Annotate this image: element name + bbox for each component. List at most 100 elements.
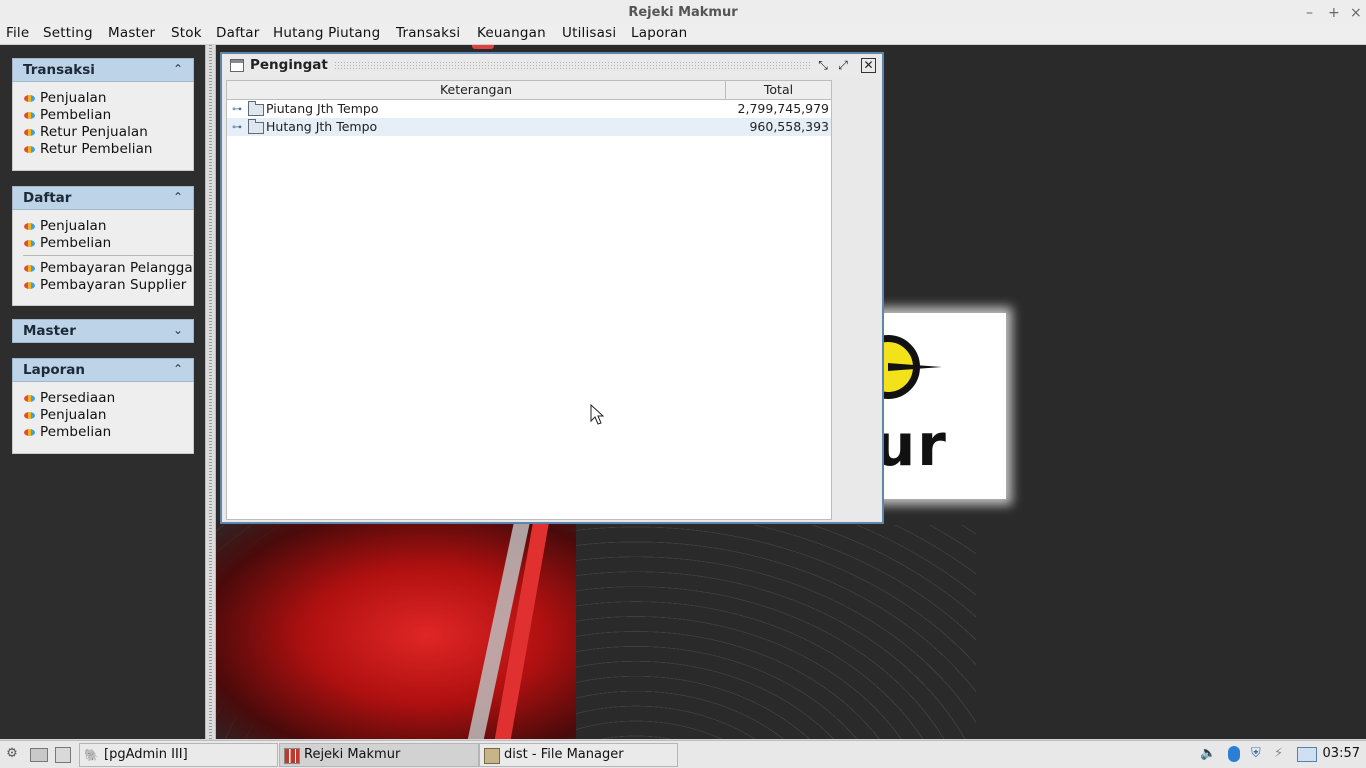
table-header: Keterangan Total	[227, 81, 831, 100]
link-retur-penjualan[interactable]: Retur Penjualan	[23, 124, 193, 141]
pengingat-window: Pengingat ⤡ ⤢ ✕ Keterangan Total ⊶ Piuta…	[220, 52, 884, 524]
table-row[interactable]: ⊶ Piutang Jth Tempo 2,799,745,979	[227, 100, 831, 118]
taskgroup-body: Penjualan Pembelian Retur Penjualan Retu…	[12, 82, 194, 171]
taskgroup-master: Master ⌄	[12, 319, 194, 343]
taskgroup-title: Master	[23, 323, 76, 339]
maximize-icon[interactable]: ⤢	[836, 58, 850, 72]
decoration	[472, 45, 494, 49]
taskgroup-header[interactable]: Master ⌄	[12, 319, 194, 343]
close-icon[interactable]: ✕	[861, 58, 876, 73]
bullet-icon	[24, 112, 35, 119]
taskgroup-body: Penjualan Pembelian Pembayaran Pelanggan…	[12, 210, 194, 306]
settings-gear-icon[interactable]: ⚙	[5, 747, 19, 761]
folder-icon	[484, 748, 500, 764]
taskgroup-header[interactable]: Laporan ⌃	[12, 358, 194, 382]
titlebar-texture	[322, 61, 812, 71]
table-empty-area	[833, 80, 880, 520]
maximize-icon[interactable]: +	[1328, 0, 1340, 26]
logo-text: ur	[880, 411, 948, 479]
bluetooth-icon[interactable]	[1228, 746, 1240, 762]
taskgroup-title: Daftar	[23, 190, 72, 206]
bullet-icon	[24, 146, 35, 153]
menu-setting[interactable]: Setting	[43, 25, 93, 41]
link-pembelian[interactable]: Pembelian	[23, 107, 193, 124]
bullet-icon	[24, 95, 35, 102]
row-label: Hutang Jth Tempo	[266, 119, 378, 134]
bullet-icon	[24, 129, 35, 136]
window-titlebar: Rejeki Makmur – + ×	[0, 0, 1366, 24]
menu-daftar[interactable]: Daftar	[216, 25, 260, 41]
pengingat-titlebar[interactable]: Pengingat ⤡ ⤢ ✕	[222, 54, 882, 78]
menu-hutang-piutang[interactable]: Hutang Piutang	[273, 25, 380, 41]
bullet-icon	[24, 395, 35, 402]
terminal-icon[interactable]	[55, 747, 71, 763]
link-pembayaran-pelanggan[interactable]: Pembayaran Pelanggan	[23, 260, 193, 277]
row-total: 960,558,393	[749, 119, 829, 134]
network-icon[interactable]	[1297, 747, 1317, 762]
minimize-icon[interactable]: –	[1306, 0, 1313, 26]
window-icon	[230, 59, 244, 72]
menu-laporan[interactable]: Laporan	[631, 25, 687, 41]
reminder-table: Keterangan Total ⊶ Piutang Jth Tempo 2,7…	[226, 80, 832, 520]
pengingat-title: Pengingat	[250, 57, 334, 73]
link-laporan-pembelian[interactable]: Pembelian	[23, 424, 193, 441]
taskgroup-daftar: Daftar ⌃ Penjualan Pembelian Pembayaran …	[12, 186, 194, 306]
link-daftar-penjualan[interactable]: Penjualan	[23, 218, 193, 235]
company-logo: ur	[880, 313, 1006, 499]
row-total: 2,799,745,979	[737, 101, 829, 116]
collapse-icon[interactable]: ⌃	[173, 362, 183, 376]
menu-file[interactable]: File	[6, 25, 29, 41]
shield-icon[interactable]: ⛨	[1251, 747, 1261, 761]
task-file-manager[interactable]: dist - File Manager	[479, 743, 678, 767]
volume-icon[interactable]: 🔈	[1200, 747, 1216, 761]
menu-master[interactable]: Master	[108, 25, 155, 41]
separator	[23, 255, 193, 256]
menu-transaksi[interactable]: Transaksi	[396, 25, 460, 41]
bullet-icon	[24, 265, 35, 272]
row-label: Piutang Jth Tempo	[266, 101, 379, 116]
taskgroup-header[interactable]: Transaksi ⌃	[12, 58, 194, 82]
collapse-icon[interactable]: ⌃	[173, 190, 183, 204]
link-laporan-penjualan[interactable]: Penjualan	[23, 407, 193, 424]
menu-keuangan[interactable]: Keuangan	[477, 25, 546, 41]
iconify-icon[interactable]: ⤡	[816, 58, 830, 72]
collapse-icon[interactable]: ⌃	[173, 62, 183, 76]
taskgroup-transaksi: Transaksi ⌃ Penjualan Pembelian Retur Pe…	[12, 58, 194, 171]
split-pane-divider[interactable]	[205, 45, 216, 739]
task-pane: Transaksi ⌃ Penjualan Pembelian Retur Pe…	[0, 45, 205, 739]
column-total[interactable]: Total	[726, 81, 831, 99]
link-daftar-pembelian[interactable]: Pembelian	[23, 235, 193, 252]
task-label: [pgAdmin III]	[104, 747, 188, 762]
link-pembayaran-supplier[interactable]: Pembayaran Supplier	[23, 277, 193, 294]
clock[interactable]: 03:57	[1323, 746, 1360, 761]
bullet-icon	[24, 282, 35, 289]
menu-bar: File Setting Master Stok Daftar Hutang P…	[0, 24, 1366, 45]
taskgroup-laporan: Laporan ⌃ Persediaan Penjualan Pembelian	[12, 358, 194, 454]
expand-handle-icon[interactable]: ⊶	[232, 101, 242, 119]
bullet-icon	[24, 240, 35, 247]
task-label: dist - File Manager	[504, 747, 624, 762]
file-manager-icon[interactable]	[30, 748, 48, 762]
folder-icon	[248, 101, 264, 116]
expand-handle-icon[interactable]: ⊶	[232, 119, 242, 137]
menu-utilisasi[interactable]: Utilisasi	[562, 25, 616, 41]
link-penjualan[interactable]: Penjualan	[23, 90, 193, 107]
close-icon[interactable]: ×	[1350, 0, 1362, 26]
taskgroup-title: Laporan	[23, 362, 86, 378]
link-retur-pembelian[interactable]: Retur Pembelian	[23, 141, 193, 158]
elephant-icon: 🐘	[84, 748, 99, 762]
mouse-cursor-icon	[590, 404, 605, 425]
taskgroup-header[interactable]: Daftar ⌃	[12, 186, 194, 210]
expand-icon[interactable]: ⌄	[173, 323, 183, 337]
task-label: Rejeki Makmur	[304, 747, 401, 762]
taskgroup-body: Persediaan Penjualan Pembelian	[12, 382, 194, 454]
task-rejeki-makmur[interactable]: Rejeki Makmur	[279, 743, 479, 767]
table-row[interactable]: ⊶ Hutang Jth Tempo 960,558,393	[227, 118, 831, 136]
bullet-icon	[24, 223, 35, 230]
menu-stok[interactable]: Stok	[171, 25, 202, 41]
disconnected-icon[interactable]: ⚡	[1274, 747, 1283, 761]
task-pgadmin[interactable]: 🐘 [pgAdmin III]	[79, 743, 278, 767]
bullet-icon	[24, 429, 35, 436]
link-persediaan[interactable]: Persediaan	[23, 390, 193, 407]
column-keterangan[interactable]: Keterangan	[227, 81, 726, 99]
